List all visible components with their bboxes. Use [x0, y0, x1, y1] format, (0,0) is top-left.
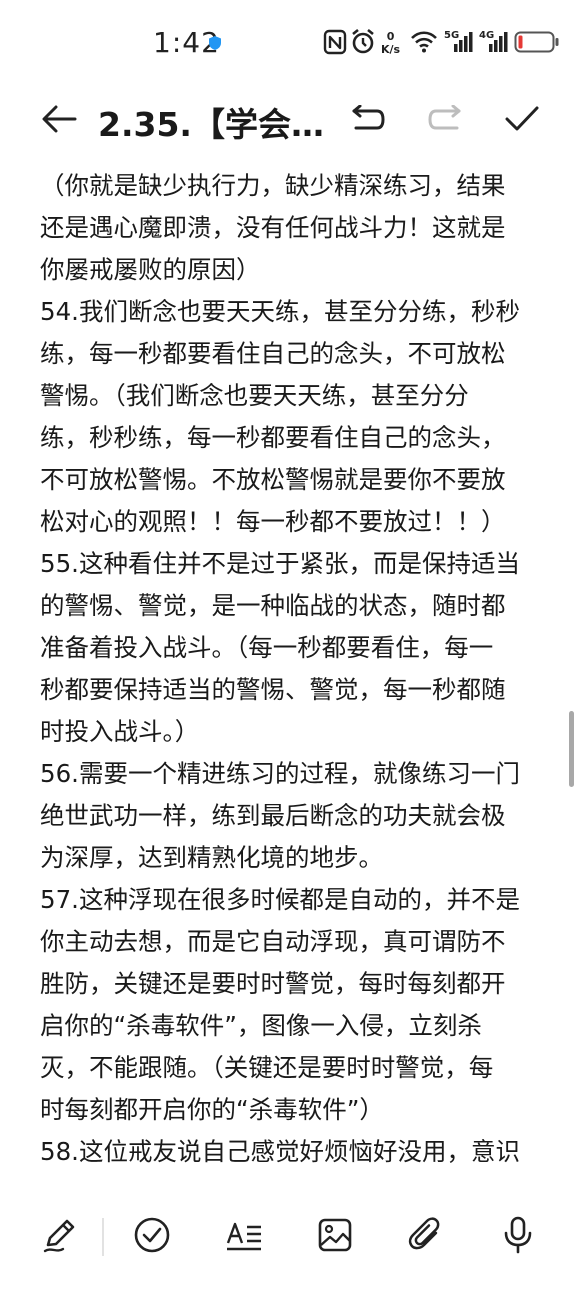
text-format-icon	[224, 1216, 264, 1258]
redo-button[interactable]	[420, 96, 470, 146]
paragraph[interactable]: 55.这种看住并不是过于紧张，而是保持适当 的警惕、警觉，是一种临战的状态，随时…	[40, 543, 545, 753]
check-circle-icon	[133, 1216, 171, 1258]
home-bar	[0, 1278, 580, 1289]
shield-icon	[208, 35, 222, 55]
undo-button[interactable]	[343, 96, 393, 146]
status-bar: 1:42 0 K/s 5G 4G	[0, 0, 580, 86]
text-format-button[interactable]	[219, 1212, 269, 1262]
microphone-icon	[501, 1215, 535, 1259]
done-button[interactable]	[497, 96, 547, 146]
paragraph[interactable]: （你就是缺少执行力，缺少精深练习，结果 还是遇心魔即溃，没有任何战斗力！这就是 …	[40, 165, 545, 291]
voice-input-button[interactable]	[493, 1212, 543, 1262]
paperclip-icon	[407, 1216, 445, 1258]
nfc-icon	[323, 28, 347, 60]
signal-1-icon	[444, 30, 474, 58]
bottom-toolbar	[0, 1198, 580, 1278]
pen-icon	[41, 1216, 79, 1258]
arrow-left-icon	[41, 104, 77, 138]
wifi-icon	[410, 30, 438, 58]
attach-button[interactable]	[401, 1212, 451, 1262]
checklist-button[interactable]	[127, 1212, 177, 1262]
note-body[interactable]: （你就是缺少执行力，缺少精深练习，结果 还是遇心魔即溃，没有任何战斗力！这就是 …	[40, 165, 545, 1187]
image-icon	[316, 1216, 354, 1258]
paragraph[interactable]: 58.这位戒友说自己感觉好烦恼好没用，意识	[40, 1131, 545, 1173]
net-speed: 0 K/s	[381, 30, 400, 56]
battery-icon	[514, 31, 560, 57]
paragraph[interactable]: 57.这种浮现在很多时候都是自动的，并不是 你主动去想，而是它自动浮现，真可谓防…	[40, 879, 545, 1131]
undo-icon	[350, 104, 386, 137]
note-title[interactable]: 2.35.【学会…	[98, 98, 324, 146]
editor-toolbar: 2.35.【学会…	[0, 86, 580, 158]
checkmark-icon	[504, 105, 540, 137]
net-speed-unit: K/s	[381, 43, 401, 56]
alarm-icon	[350, 28, 376, 60]
pen-button[interactable]	[35, 1212, 85, 1262]
scrollbar[interactable]	[569, 711, 574, 787]
back-button[interactable]	[34, 96, 84, 146]
paragraph[interactable]: 56.需要一个精进练习的过程，就像练习一门 绝世武功一样，练到最后断念的功夫就会…	[40, 753, 545, 879]
redo-icon	[427, 104, 463, 137]
insert-image-button[interactable]	[310, 1212, 360, 1262]
net-speed-value: 0	[386, 30, 395, 43]
paragraph[interactable]: 54.我们断念也要天天练，甚至分分练，秒秒 练，每一秒都要看住自己的念头，不可放…	[40, 291, 545, 543]
toolbar-divider	[102, 1218, 104, 1256]
signal-2-icon	[479, 30, 509, 58]
